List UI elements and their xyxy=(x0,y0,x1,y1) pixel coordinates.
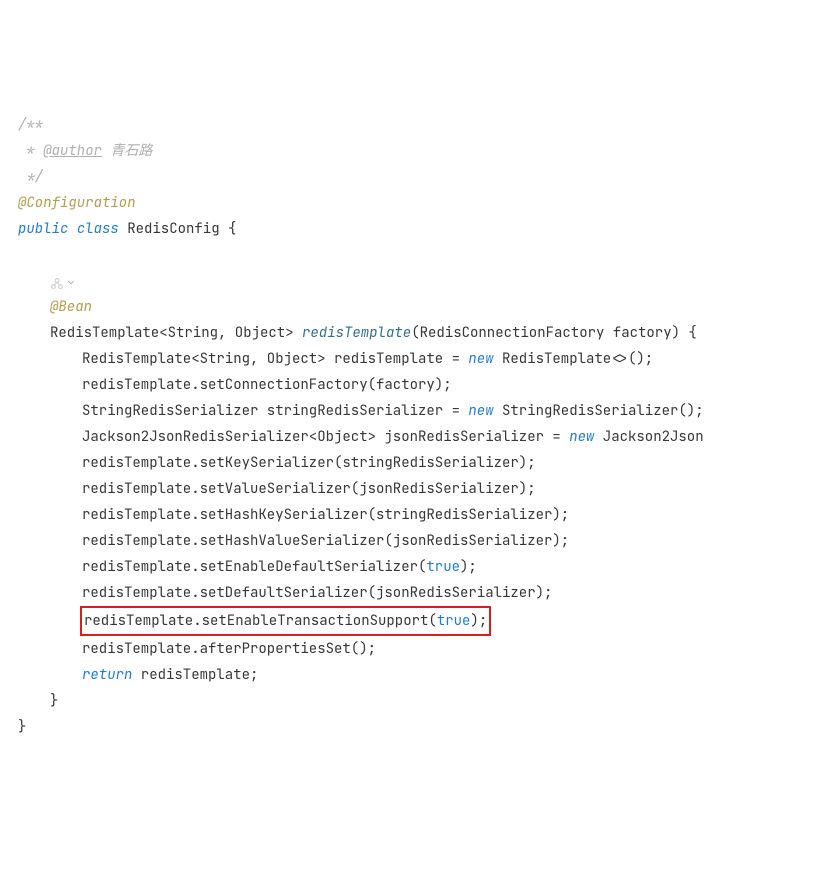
code-line: */ xyxy=(18,164,826,190)
code-line: redisTemplate.setDefaultSerializer(jsonR… xyxy=(18,580,826,606)
javadoc-author-tag: @author xyxy=(43,142,102,160)
keyword-new: new xyxy=(468,350,493,368)
keyword-new: new xyxy=(468,402,493,420)
method-sig-head: RedisTemplate<String, Object> xyxy=(50,324,302,342)
code-line: RedisTemplate<String, Object> redisTempl… xyxy=(18,320,826,346)
method-sig-tail: (RedisConnectionFactory factory) { xyxy=(411,324,697,342)
keyword-class: class xyxy=(77,220,119,238)
keyword-new: new xyxy=(569,428,594,446)
code-line: @Bean xyxy=(18,294,826,320)
javadoc-open: /** xyxy=(18,116,43,134)
code-line: StringRedisSerializer stringRedisSeriali… xyxy=(18,398,826,424)
code-line: /** xyxy=(18,112,826,138)
code-line: return redisTemplate; xyxy=(18,662,826,688)
code-line xyxy=(18,242,826,268)
boolean-true: true xyxy=(437,612,471,630)
keyword-public: public xyxy=(18,220,68,238)
code-line: RedisTemplate<String, Object> redisTempl… xyxy=(18,346,826,372)
code-line: redisTemplate.setEnableTransactionSuppor… xyxy=(18,606,826,636)
code-line: redisTemplate.setValueSerializer(jsonRed… xyxy=(18,476,826,502)
code-editor[interactable]: /** * @author 青石路 */ @Configuration public… xyxy=(18,112,826,740)
code-line: Jackson2JsonRedisSerializer<Object> json… xyxy=(18,424,826,450)
code-line: redisTemplate.setConnectionFactory(facto… xyxy=(18,372,826,398)
boolean-true: true xyxy=(426,558,460,576)
bean-gutter-icon[interactable] xyxy=(50,274,64,288)
code-line: @Configuration xyxy=(18,190,826,216)
code-line: redisTemplate.setKeySerializer(stringRed… xyxy=(18,450,826,476)
code-line: } xyxy=(18,714,826,740)
highlighted-code: redisTemplate.setEnableTransactionSuppor… xyxy=(80,606,491,636)
code-line: } xyxy=(18,688,826,714)
code-line: public class RedisConfig { xyxy=(18,216,826,242)
code-line: redisTemplate.setHashValueSerializer(jso… xyxy=(18,528,826,554)
code-line: redisTemplate.setHashKeySerializer(strin… xyxy=(18,502,826,528)
gutter-row: ⌄ xyxy=(18,268,826,294)
annotation-bean: @Bean xyxy=(50,298,92,316)
code-line: redisTemplate.afterPropertiesSet(); xyxy=(18,636,826,662)
annotation-configuration: @Configuration xyxy=(18,194,136,212)
javadoc-author-name: 青石路 xyxy=(102,142,152,160)
method-name: redisTemplate xyxy=(302,324,411,342)
javadoc-star: * xyxy=(18,142,43,160)
code-line: * @author 青石路 xyxy=(18,138,826,164)
keyword-return: return xyxy=(82,666,132,684)
class-decl-tail: RedisConfig { xyxy=(119,220,237,238)
fold-chevron-icon[interactable]: ⌄ xyxy=(68,274,74,287)
code-line: redisTemplate.setEnableDefaultSerializer… xyxy=(18,554,826,580)
javadoc-close: */ xyxy=(18,168,43,186)
